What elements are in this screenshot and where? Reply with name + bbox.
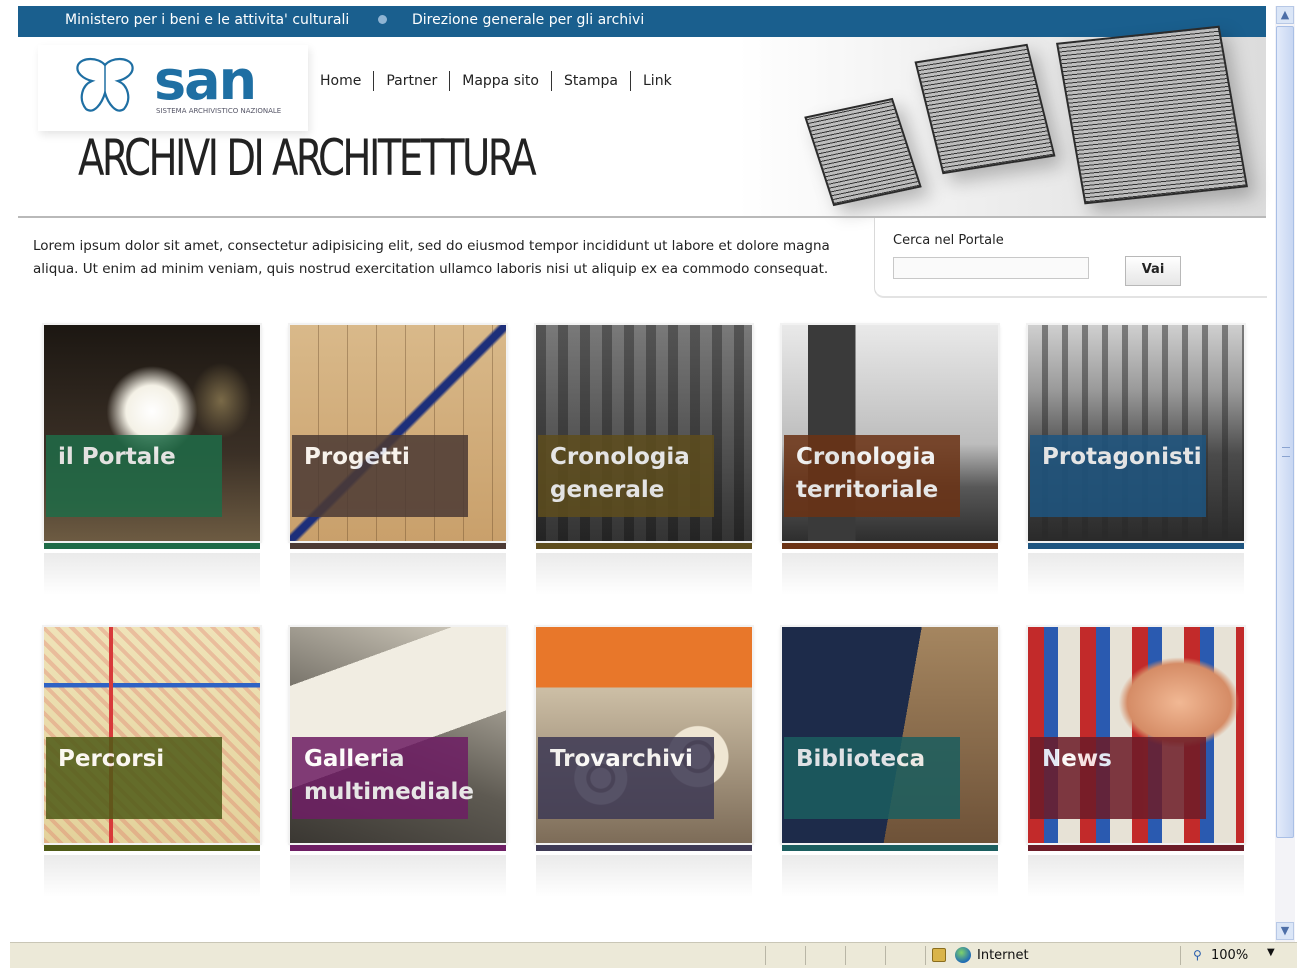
status-separator	[765, 946, 766, 965]
status-separator	[845, 946, 846, 965]
tile-label: News	[1030, 737, 1206, 819]
browser-viewport: Ministero per i beni e le attivita' cult…	[0, 0, 1275, 942]
tile-label: Trovarchivi	[538, 737, 714, 819]
scroll-up-icon[interactable]: ▲	[1276, 6, 1294, 24]
tile-color-bar	[1028, 845, 1244, 851]
security-zone[interactable]: Internet	[977, 948, 1029, 963]
tile-reflection	[536, 855, 752, 897]
tile-reflection	[44, 553, 260, 595]
tile-il-portale[interactable]: il Portale	[44, 325, 260, 595]
tile-color-bar	[1028, 543, 1244, 549]
tile-cronologia-territoriale[interactable]: Cronologia territoriale	[782, 325, 998, 595]
vertical-scrollbar[interactable]: ▲ ▼	[1275, 6, 1295, 942]
nav-home[interactable]: Home	[308, 71, 375, 91]
protected-mode-icon[interactable]	[932, 948, 946, 962]
tile-color-bar	[44, 543, 260, 549]
logo-wordmark: san	[154, 49, 257, 112]
tile-progetti[interactable]: Progetti	[290, 325, 506, 595]
scroll-down-icon[interactable]: ▼	[1276, 922, 1294, 940]
tile-label: Galleria multimediale	[292, 737, 474, 819]
tile-color-bar	[290, 543, 506, 549]
tile-protagonisti[interactable]: Protagonisti	[1028, 325, 1244, 595]
nav-mappa-sito[interactable]: Mappa sito	[450, 71, 552, 91]
page-header: san SISTEMA ARCHIVISTICO NAZIONALE Home …	[18, 25, 1266, 217]
tile-color-bar	[290, 845, 506, 851]
scroll-thumb[interactable]	[1276, 26, 1294, 838]
separator-dot	[378, 15, 387, 24]
tile-reflection	[782, 855, 998, 897]
tile-color-bar	[44, 845, 260, 851]
tile-percorsi[interactable]: Percorsi	[44, 627, 260, 897]
nav-partner[interactable]: Partner	[374, 71, 451, 91]
search-input[interactable]	[893, 257, 1089, 279]
tile-reflection	[290, 553, 506, 595]
tile-reflection	[1028, 855, 1244, 897]
tile-reflection	[44, 855, 260, 897]
tile-galleria-multimediale[interactable]: Galleria multimediale	[290, 627, 506, 897]
nav-link[interactable]: Link	[631, 71, 684, 91]
butterfly-logo-icon	[76, 57, 134, 112]
zoom-level[interactable]: 100%	[1211, 948, 1248, 963]
status-separator	[805, 946, 806, 965]
search-panel: Cerca nel Portale Vai	[874, 218, 1267, 298]
browser-status-bar: Internet ⚲ 100% ▼	[10, 942, 1297, 968]
tile-trovarchivi[interactable]: Trovarchivi	[536, 627, 752, 897]
ministry-link[interactable]: Ministero per i beni e le attivita' cult…	[65, 12, 349, 28]
search-button[interactable]: Vai	[1125, 256, 1181, 286]
wire-cube-large-image	[1056, 25, 1248, 205]
logo-subtitle: SISTEMA ARCHIVISTICO NAZIONALE	[156, 107, 282, 115]
tile-label: Progetti	[292, 435, 468, 517]
tile-reflection	[536, 553, 752, 595]
direzione-link[interactable]: Direzione generale per gli archivi	[412, 12, 644, 28]
status-separator	[1180, 946, 1181, 965]
nav-stampa[interactable]: Stampa	[552, 71, 631, 91]
zoom-dropdown-icon[interactable]: ▼	[1267, 947, 1275, 958]
tile-label: Cronologia territoriale	[784, 435, 960, 517]
tile-reflection	[782, 553, 998, 595]
site-title: ARCHIVI DI ARCHITETTURA	[78, 129, 537, 187]
internet-globe-icon	[955, 947, 971, 963]
tile-biblioteca[interactable]: Biblioteca	[782, 627, 998, 897]
tile-color-bar	[536, 845, 752, 851]
zoom-magnifier-icon: ⚲	[1193, 948, 1202, 962]
tile-reflection	[290, 855, 506, 897]
tile-label: il Portale	[46, 435, 222, 517]
tile-color-bar	[782, 845, 998, 851]
main-nav: Home Partner Mappa sito Stampa Link	[308, 71, 684, 91]
san-logo[interactable]: san SISTEMA ARCHIVISTICO NAZIONALE	[38, 45, 308, 131]
tile-reflection	[1028, 553, 1244, 595]
tile-label: Biblioteca	[784, 737, 960, 819]
status-separator	[885, 946, 886, 965]
intro-text: Lorem ipsum dolor sit amet, consectetur …	[33, 238, 830, 277]
scroll-grip-icon	[1282, 447, 1290, 457]
tile-color-bar	[782, 543, 998, 549]
search-label: Cerca nel Portale	[893, 233, 1004, 248]
status-separator	[925, 946, 926, 965]
tile-news[interactable]: News	[1028, 627, 1244, 897]
tile-label: Percorsi	[46, 737, 222, 819]
ministry-bar: Ministero per i beni e le attivita' cult…	[18, 6, 1266, 37]
tile-label: Cronologia generale	[538, 435, 714, 517]
tile-color-bar	[536, 543, 752, 549]
tile-cronologia-generale[interactable]: Cronologia generale	[536, 325, 752, 595]
tile-label: Protagonisti	[1030, 435, 1206, 517]
